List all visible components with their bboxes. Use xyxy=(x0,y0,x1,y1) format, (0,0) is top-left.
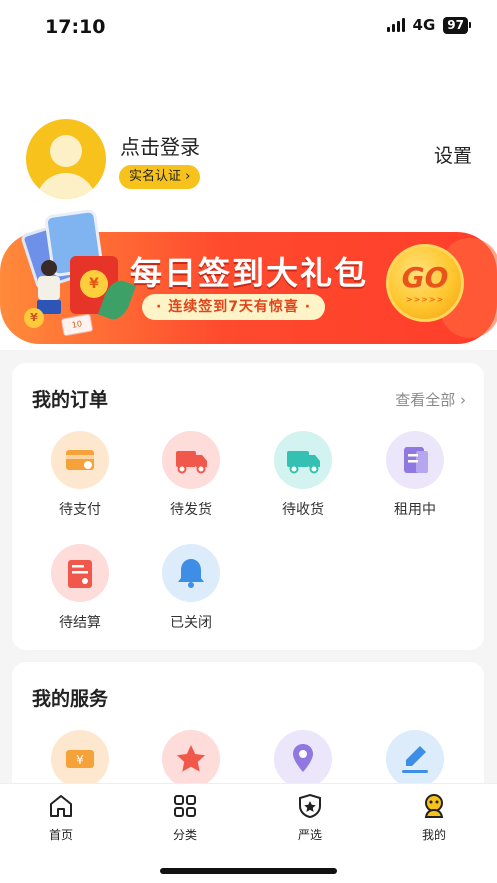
chevron-right-icon: › xyxy=(185,169,191,184)
order-renting[interactable]: 租用中 xyxy=(365,431,465,519)
battery-icon: 97 xyxy=(443,16,471,34)
view-all-orders-link[interactable]: 查看全部 › xyxy=(395,389,466,410)
tab-category[interactable]: 分类 xyxy=(150,792,220,843)
profile-mascot-icon xyxy=(424,794,444,818)
go-button[interactable]: GO >>>>> xyxy=(386,244,464,322)
order-label: 待发货 xyxy=(170,502,212,518)
order-label: 待结算 xyxy=(59,615,101,631)
tab-mine[interactable]: 我的 xyxy=(399,792,469,843)
service-address[interactable] xyxy=(253,730,353,788)
order-pending-payment[interactable]: 待支付 xyxy=(30,431,130,519)
home-indicator xyxy=(160,868,337,874)
profile-section: 点击登录 实名认证 › 设置 xyxy=(26,119,476,199)
svg-text:¥: ¥ xyxy=(76,753,84,767)
verify-button[interactable]: 实名认证 › xyxy=(119,165,201,189)
ticket-icon: ¥ xyxy=(51,730,109,788)
order-label: 待收货 xyxy=(282,502,324,518)
bell-icon xyxy=(162,544,220,602)
verify-label: 实名认证 xyxy=(129,169,182,184)
go-arrows: >>>>> xyxy=(405,295,445,304)
card-icon xyxy=(51,431,109,489)
tab-home[interactable]: 首页 xyxy=(26,792,96,843)
service-favorites[interactable] xyxy=(141,730,241,788)
tab-label: 我的 xyxy=(421,828,446,842)
edit-pen-icon xyxy=(386,730,444,788)
orders-title: 我的订单 xyxy=(32,389,109,411)
banner-title: 每日签到大礼包 xyxy=(130,254,369,292)
orders-card: 我的订单 查看全部 › 待支付 待发货 待收货 租用中 待结算 已关闭 xyxy=(12,363,484,650)
service-coupon[interactable]: ¥ xyxy=(30,730,130,788)
status-time: 17:10 xyxy=(45,16,106,38)
settings-button[interactable]: 设置 xyxy=(434,141,472,168)
chevron-right-icon: › xyxy=(460,391,466,409)
order-pending-shipment[interactable]: 待发货 xyxy=(141,431,241,519)
go-label: GO xyxy=(401,261,449,294)
tab-label: 分类 xyxy=(172,828,197,842)
order-pending-receipt[interactable]: 待收货 xyxy=(253,431,353,519)
tab-label: 首页 xyxy=(48,828,73,842)
location-pin-icon xyxy=(274,730,332,788)
status-indicators: 4G 97 xyxy=(386,16,471,34)
home-icon xyxy=(50,795,72,817)
avatar[interactable] xyxy=(26,119,106,199)
signal-icon xyxy=(386,18,405,32)
banner-subtitle: · 连续签到7天有惊喜 · xyxy=(142,294,326,320)
truck-icon xyxy=(162,431,220,489)
tab-selected[interactable]: 严选 xyxy=(275,792,345,843)
order-label: 待支付 xyxy=(59,502,101,518)
login-link[interactable]: 点击登录 xyxy=(120,131,200,160)
battery-level: 97 xyxy=(443,16,468,34)
status-bar: 17:10 4G 97 xyxy=(0,0,497,52)
order-pending-settlement[interactable]: 待结算 xyxy=(30,544,130,632)
shield-star-icon xyxy=(299,793,321,819)
bill-icon xyxy=(51,544,109,602)
view-all-label: 查看全部 xyxy=(395,391,456,409)
network-type: 4G xyxy=(412,16,436,34)
order-closed[interactable]: 已关闭 xyxy=(141,544,241,632)
service-feedback[interactable] xyxy=(365,730,465,788)
document-icon xyxy=(386,431,444,489)
services-title: 我的服务 xyxy=(32,688,109,710)
category-grid-icon xyxy=(174,795,196,817)
star-icon xyxy=(162,730,220,788)
order-label: 租用中 xyxy=(394,502,436,518)
order-label: 已关闭 xyxy=(170,615,212,631)
delivery-truck-icon xyxy=(274,431,332,489)
coin-illustration: ¥ xyxy=(24,308,44,328)
services-card: 我的服务 ¥ xyxy=(12,662,484,802)
tab-label: 严选 xyxy=(297,828,322,842)
checkin-banner[interactable]: ¥ 10 ¥ 每日签到大礼包 · 连续签到7天有惊喜 · GO >>>>> xyxy=(0,208,497,350)
